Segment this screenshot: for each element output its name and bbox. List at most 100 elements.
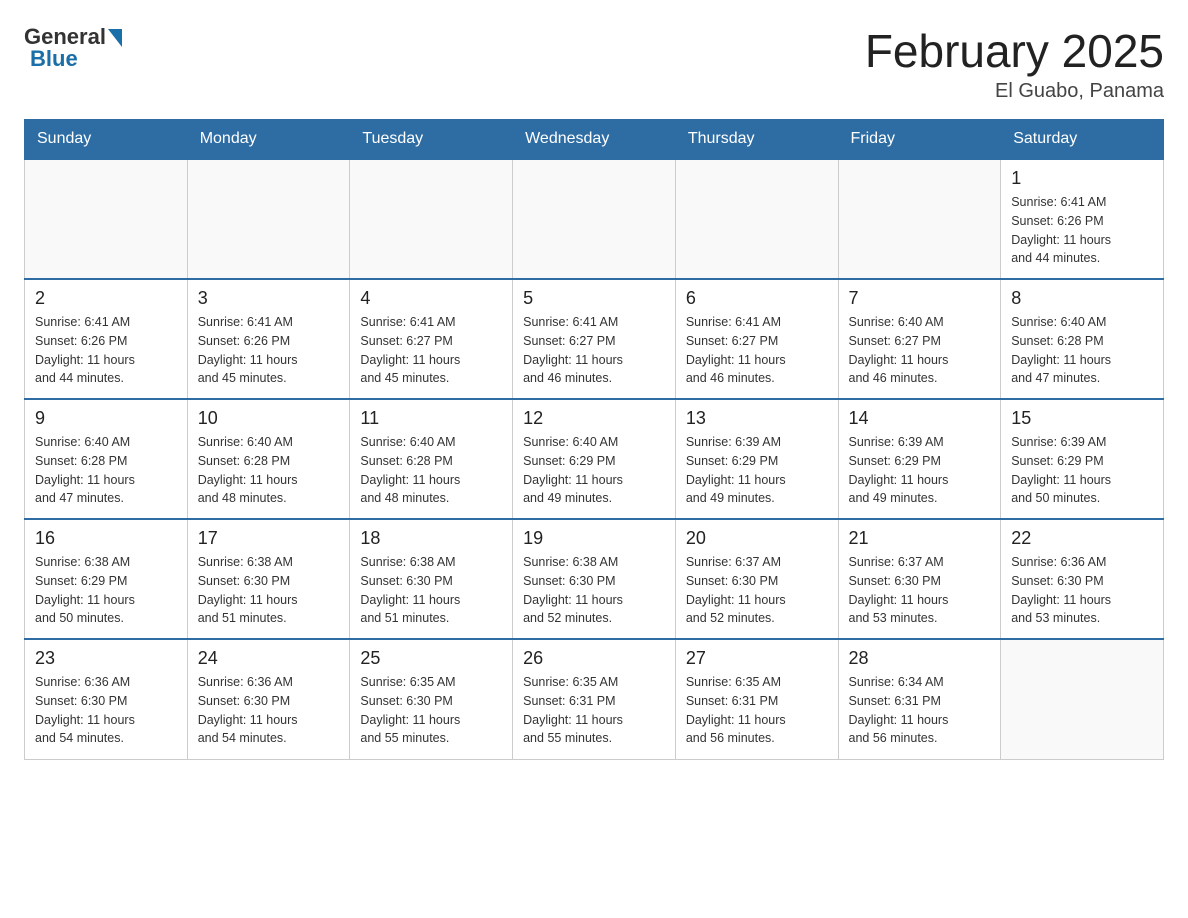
day-info: Sunrise: 6:36 AM Sunset: 6:30 PM Dayligh… xyxy=(1011,553,1153,628)
day-number: 21 xyxy=(849,528,991,549)
calendar-cell: 2 Sunrise: 6:41 AM Sunset: 6:26 PM Daylig… xyxy=(25,279,188,399)
calendar-cell: 10Sunrise: 6:40 AM Sunset: 6:28 PM Dayli… xyxy=(187,399,350,519)
calendar-cell: 17 Sunrise: 6:38 AM Sunset: 6:30 PM Dayli… xyxy=(187,519,350,639)
weekday-header-saturday: Saturday xyxy=(1001,120,1164,160)
calendar-week-5: 23 Sunrise: 6:36 AM Sunset: 6:30 PM Dayli… xyxy=(25,639,1164,759)
day-info: Sunrise: 6:37 AM Sunset: 6:30 PM Dayligh… xyxy=(849,553,991,628)
day-number: 3 xyxy=(198,288,340,309)
day-info: Sunrise: 6:40 AM Sunset: 6:29 PM Dayligh… xyxy=(523,433,665,508)
day-info: Sunrise: 6:41 AM Sunset: 6:27 PM Dayligh… xyxy=(523,313,665,388)
page-header: General Blue February 2025 El Guabo, Pan… xyxy=(24,24,1164,103)
calendar-cell xyxy=(513,159,676,279)
weekday-header-sunday: Sunday xyxy=(25,120,188,160)
day-info: Sunrise: 6:38 AM Sunset: 6:30 PM Dayligh… xyxy=(523,553,665,628)
calendar-cell: 28 Sunrise: 6:34 AM Sunset: 6:31 PM Dayli… xyxy=(838,639,1001,759)
day-info: Sunrise: 6:39 AM Sunset: 6:29 PM Dayligh… xyxy=(686,433,828,508)
day-info: Sunrise: 6:38 AM Sunset: 6:30 PM Dayligh… xyxy=(360,553,502,628)
calendar-week-4: 16 Sunrise: 6:38 AM Sunset: 6:29 PM Dayli… xyxy=(25,519,1164,639)
day-info: Sunrise: 6:41 AM Sunset: 6:27 PM Dayligh… xyxy=(360,313,502,388)
calendar-cell xyxy=(187,159,350,279)
calendar-cell xyxy=(838,159,1001,279)
calendar-week-3: 9 Sunrise: 6:40 AM Sunset: 6:28 PM Daylig… xyxy=(25,399,1164,519)
day-info: Sunrise: 6:41 AM Sunset: 6:26 PM Dayligh… xyxy=(198,313,340,388)
day-info: Sunrise: 6:39 AM Sunset: 6:29 PM Dayligh… xyxy=(849,433,991,508)
calendar-cell xyxy=(675,159,838,279)
day-number: 11 xyxy=(360,408,502,429)
calendar-cell: 7 Sunrise: 6:40 AM Sunset: 6:27 PM Daylig… xyxy=(838,279,1001,399)
day-number: 16 xyxy=(35,528,177,549)
day-number: 15 xyxy=(1011,408,1153,429)
calendar-cell: 24 Sunrise: 6:36 AM Sunset: 6:30 PM Dayli… xyxy=(187,639,350,759)
day-number: 5 xyxy=(523,288,665,309)
day-number: 7 xyxy=(849,288,991,309)
calendar-cell: 5 Sunrise: 6:41 AM Sunset: 6:27 PM Daylig… xyxy=(513,279,676,399)
logo: General Blue xyxy=(24,24,122,72)
day-number: 12 xyxy=(523,408,665,429)
calendar-cell: 15 Sunrise: 6:39 AM Sunset: 6:29 PM Dayli… xyxy=(1001,399,1164,519)
day-info: Sunrise: 6:40 AM Sunset: 6:28 PM Dayligh… xyxy=(1011,313,1153,388)
logo-arrow-icon xyxy=(108,29,122,47)
day-info: Sunrise: 6:38 AM Sunset: 6:30 PM Dayligh… xyxy=(198,553,340,628)
calendar-cell xyxy=(1001,639,1164,759)
day-number: 18 xyxy=(360,528,502,549)
calendar-cell: 22 Sunrise: 6:36 AM Sunset: 6:30 PM Dayli… xyxy=(1001,519,1164,639)
calendar-cell: 13 Sunrise: 6:39 AM Sunset: 6:29 PM Dayli… xyxy=(675,399,838,519)
calendar-cell xyxy=(350,159,513,279)
calendar-cell: 16 Sunrise: 6:38 AM Sunset: 6:29 PM Dayli… xyxy=(25,519,188,639)
day-info: Sunrise: 6:40 AM Sunset: 6:28 PM Dayligh… xyxy=(360,433,502,508)
day-info: Sunrise: 6:40 AM Sunset: 6:28 PM Dayligh… xyxy=(35,433,177,508)
weekday-header-tuesday: Tuesday xyxy=(350,120,513,160)
day-number: 25 xyxy=(360,648,502,669)
day-number: 26 xyxy=(523,648,665,669)
day-info: Sunrise: 6:41 AM Sunset: 6:26 PM Dayligh… xyxy=(1011,193,1153,268)
day-number: 22 xyxy=(1011,528,1153,549)
calendar-cell: 27Sunrise: 6:35 AM Sunset: 6:31 PM Dayli… xyxy=(675,639,838,759)
logo-blue-text: Blue xyxy=(30,46,78,72)
calendar-cell: 26 Sunrise: 6:35 AM Sunset: 6:31 PM Dayli… xyxy=(513,639,676,759)
day-number: 6 xyxy=(686,288,828,309)
day-info: Sunrise: 6:36 AM Sunset: 6:30 PM Dayligh… xyxy=(198,673,340,748)
title-section: February 2025 El Guabo, Panama xyxy=(865,24,1164,103)
day-info: Sunrise: 6:39 AM Sunset: 6:29 PM Dayligh… xyxy=(1011,433,1153,508)
day-number: 24 xyxy=(198,648,340,669)
day-info: Sunrise: 6:37 AM Sunset: 6:30 PM Dayligh… xyxy=(686,553,828,628)
day-number: 19 xyxy=(523,528,665,549)
day-info: Sunrise: 6:40 AM Sunset: 6:27 PM Dayligh… xyxy=(849,313,991,388)
location-text: El Guabo, Panama xyxy=(865,80,1164,103)
calendar-cell: 6Sunrise: 6:41 AM Sunset: 6:27 PM Daylig… xyxy=(675,279,838,399)
weekday-header-thursday: Thursday xyxy=(675,120,838,160)
day-info: Sunrise: 6:38 AM Sunset: 6:29 PM Dayligh… xyxy=(35,553,177,628)
day-number: 28 xyxy=(849,648,991,669)
weekday-header-friday: Friday xyxy=(838,120,1001,160)
calendar-week-1: 1Sunrise: 6:41 AM Sunset: 6:26 PM Daylig… xyxy=(25,159,1164,279)
calendar-cell: 3 Sunrise: 6:41 AM Sunset: 6:26 PM Daylig… xyxy=(187,279,350,399)
day-number: 20 xyxy=(686,528,828,549)
calendar-cell: 23 Sunrise: 6:36 AM Sunset: 6:30 PM Dayli… xyxy=(25,639,188,759)
day-info: Sunrise: 6:36 AM Sunset: 6:30 PM Dayligh… xyxy=(35,673,177,748)
calendar-week-2: 2 Sunrise: 6:41 AM Sunset: 6:26 PM Daylig… xyxy=(25,279,1164,399)
calendar-cell: 19 Sunrise: 6:38 AM Sunset: 6:30 PM Dayli… xyxy=(513,519,676,639)
calendar-cell: 12 Sunrise: 6:40 AM Sunset: 6:29 PM Dayli… xyxy=(513,399,676,519)
day-number: 27 xyxy=(686,648,828,669)
day-number: 23 xyxy=(35,648,177,669)
calendar-cell: 14Sunrise: 6:39 AM Sunset: 6:29 PM Dayli… xyxy=(838,399,1001,519)
day-info: Sunrise: 6:34 AM Sunset: 6:31 PM Dayligh… xyxy=(849,673,991,748)
day-info: Sunrise: 6:41 AM Sunset: 6:26 PM Dayligh… xyxy=(35,313,177,388)
calendar-cell: 4 Sunrise: 6:41 AM Sunset: 6:27 PM Daylig… xyxy=(350,279,513,399)
weekday-header-wednesday: Wednesday xyxy=(513,120,676,160)
calendar-table: SundayMondayTuesdayWednesdayThursdayFrid… xyxy=(24,119,1164,760)
day-number: 4 xyxy=(360,288,502,309)
day-number: 2 xyxy=(35,288,177,309)
day-number: 9 xyxy=(35,408,177,429)
day-info: Sunrise: 6:35 AM Sunset: 6:30 PM Dayligh… xyxy=(360,673,502,748)
calendar-cell xyxy=(25,159,188,279)
calendar-cell: 21 Sunrise: 6:37 AM Sunset: 6:30 PM Dayli… xyxy=(838,519,1001,639)
day-number: 8 xyxy=(1011,288,1153,309)
weekday-header-monday: Monday xyxy=(187,120,350,160)
calendar-cell: 11 Sunrise: 6:40 AM Sunset: 6:28 PM Dayli… xyxy=(350,399,513,519)
calendar-cell: 9 Sunrise: 6:40 AM Sunset: 6:28 PM Daylig… xyxy=(25,399,188,519)
day-number: 13 xyxy=(686,408,828,429)
day-info: Sunrise: 6:35 AM Sunset: 6:31 PM Dayligh… xyxy=(523,673,665,748)
day-number: 17 xyxy=(198,528,340,549)
calendar-cell: 25 Sunrise: 6:35 AM Sunset: 6:30 PM Dayli… xyxy=(350,639,513,759)
